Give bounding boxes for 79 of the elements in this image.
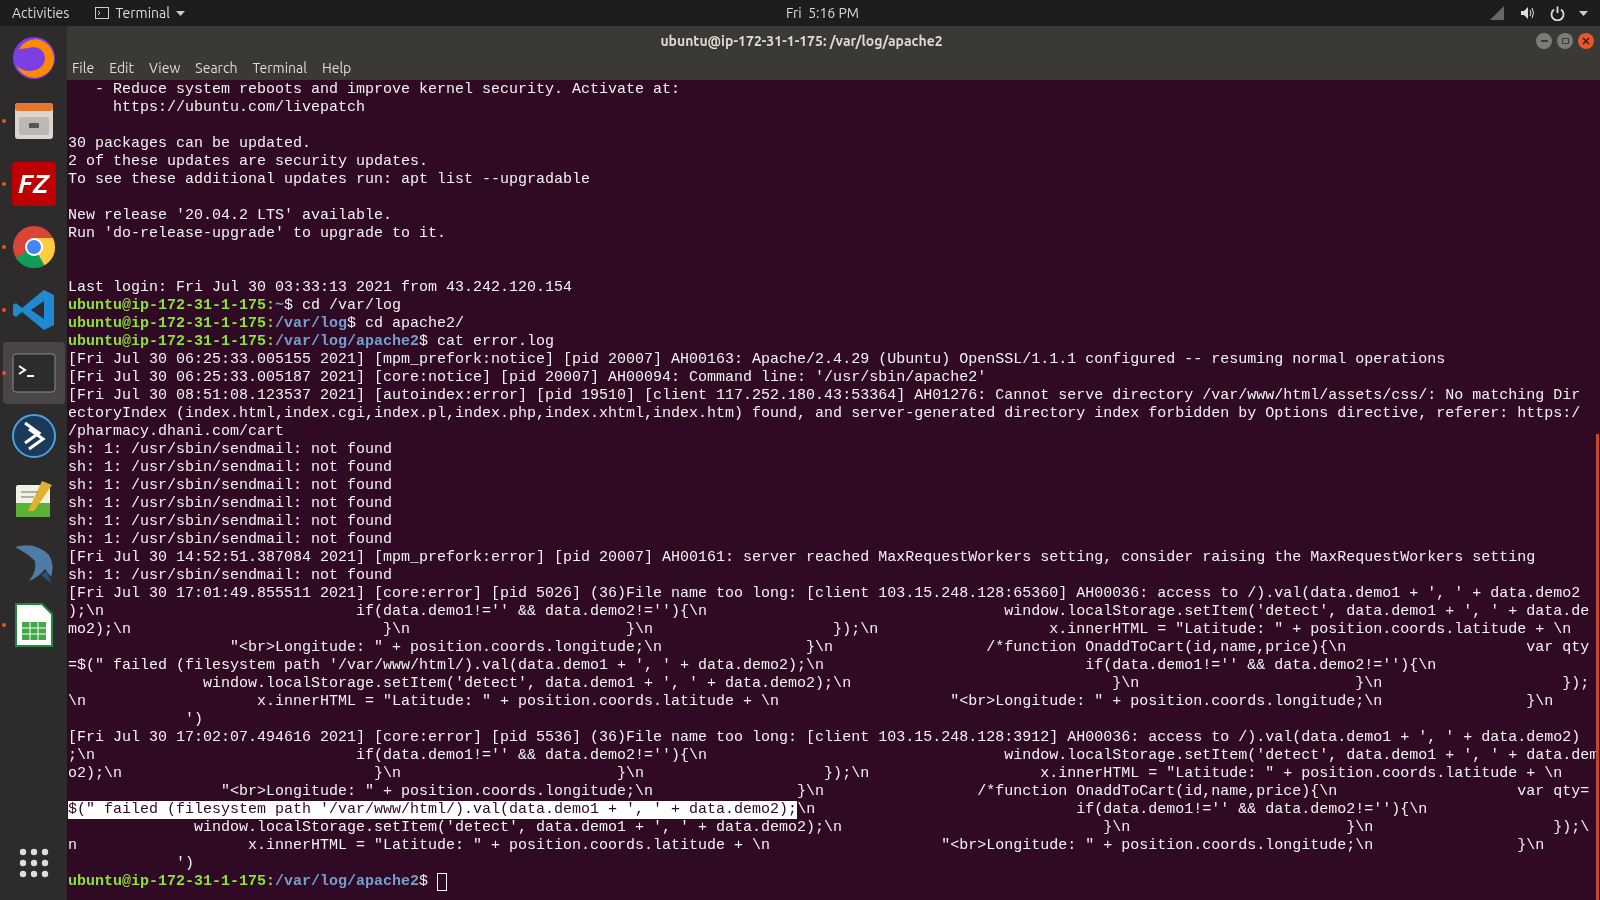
terminal-icon: [95, 7, 110, 19]
command-text: $ cd /var/log: [284, 297, 402, 315]
terminal-line: sh: 1: /usr/sbin/sendmail: not found: [68, 531, 393, 549]
terminal-line: sh: 1: /usr/sbin/sendmail: not found: [68, 513, 393, 531]
prompt-user-host: ubuntu@ip-172-31-1-175:: [68, 873, 276, 891]
terminal-line: sh: 1: /usr/sbin/sendmail: not found: [68, 495, 393, 513]
app-logo: FZ: [11, 162, 56, 206]
ribbon-icon: [11, 288, 56, 332]
terminal-line: New release '20.04.2 LTS' available.: [68, 207, 393, 225]
terminal-line: [Fri Jul 30 06:25:33.005155 2021] [mpm_prefork:notice] [pid 20007] AH00163: Apache/2.4.29 (Ubuntu) OpenSSL/1.1.1 configured -- resuming normal operations: [68, 351, 1446, 369]
prompt-path: /var/log/apache2: [275, 333, 420, 351]
terminal-line: \n if(data.demo1!='' && data.demo2!=''){\n: [797, 801, 1428, 819]
terminal-line: '): [175, 855, 195, 873]
chevrons-circle-icon: [10, 413, 57, 459]
terminal-line: /pharmacy.dhani.com/cart: [68, 423, 285, 441]
terminal-line: - Reduce system reboots and improve kernel security. Activate at:: [94, 81, 681, 99]
terminal-line: 2 of these updates are security updates.: [68, 153, 429, 171]
terminal-line: \n x.innerHTML = "Latitude: " + position.coords.latitude + \n "<br>Longitude: " + position.coords.longitude;\n }\n: [68, 693, 1554, 711]
terminal-line: ectoryIndex (index.html,index.cgi,index.pl,index.php,index.xhtml,index.htm) found, and server-generated directory index forbidden by Options directive, referer: https:/: [68, 405, 1581, 423]
prompt-user-host: ubuntu@ip-172-31-1-175:: [68, 315, 276, 333]
terminal-line: "<br>Longitude: " + position.coords.longitude;\n }\n /*function OnaddToCart(id,name,price){\n var qty: [229, 639, 1590, 657]
terminal-line: ;\n if(data.demo1!='' && data.demo2!=''){\n window.localStorage.setItem('detect', data.demo1 + ', ' + data.dem: [68, 747, 1599, 765]
terminal-line: mo2);\n }\n }\n });\n x.innerHTML = "Latitude: " + position.coords.latitude + \n: [68, 621, 1572, 639]
terminal-line: sh: 1: /usr/sbin/sendmail: not found: [68, 459, 393, 477]
terminal-line: [Fri Jul 30 17:02:07.494616 2021] [core:error] [pid 5536] (36)File name too long: [client 103.15.248.128:3912] AH00036: access to /).val(data.demo1 + ', ' + data.demo2): [68, 729, 1581, 747]
window-title: ubuntu@ip-172-31-1-175: /var/log/apache2: [659, 31, 944, 51]
power-icon[interactable]: [1550, 5, 1565, 21]
menu-item[interactable]: Help: [321, 57, 352, 79]
prompt-path: ~: [275, 297, 285, 315]
maximize-button[interactable]: [1557, 33, 1573, 49]
menu-item[interactable]: View: [149, 57, 181, 79]
minimize-button[interactable]: [1536, 33, 1552, 49]
command-text: $ cd apache2/: [347, 315, 465, 333]
terminal-line: Run 'do-release-upgrade' to upgrade to it.: [68, 225, 447, 243]
terminal-line: '): [184, 711, 204, 729]
menu-item[interactable]: File: [72, 57, 95, 79]
menu-item[interactable]: Search: [195, 57, 238, 79]
prompt-path: /var/log/apache2: [275, 873, 420, 891]
prompt-path: /var/log: [275, 315, 348, 333]
terminal-line: [Fri Jul 30 06:25:33.005187 2021] [core:notice] [pid 20007] AH00094: Command line: '/usr/sbin/apache2': [68, 369, 987, 387]
close-icon: [1582, 37, 1590, 45]
volume-icon[interactable]: [1520, 6, 1536, 20]
app-grid-icon[interactable]: [18, 848, 49, 878]
app-menu[interactable]: Terminal: [95, 2, 185, 24]
close-button[interactable]: [1578, 33, 1594, 49]
terminal-line: o2);\n }\n }\n });\n x.innerHTML = "Latitude: " + position.coords.latitude + \n: [68, 765, 1563, 783]
terminal-line: "<br>Longitude: " + position.coords.longitude;\n }\n /*function OnaddToCart(id,name,price){\n var qty=: [220, 783, 1590, 801]
terminal-line: [Fri Jul 30 14:52:51.387084 2021] [mpm_prefork:error] [pid 20007] AH00161: server reached MaxRequestWorkers setting, consider raising the MaxRequestWorkers setting: [68, 549, 1536, 567]
terminal-line: https://ubuntu.com/livepatch: [112, 99, 366, 117]
activities-button[interactable]: Activities: [12, 2, 70, 24]
prompt-user-host: ubuntu@ip-172-31-1-175:: [68, 297, 276, 315]
terminal-line: [Fri Jul 30 17:01:49.855511 2021] [core:error] [pid 5026] (36)File name too long: [client 103.15.248.128:65360] AH00036: access to /).val(data.demo1 + ', ' + data.demo2: [68, 585, 1581, 603]
spreadsheet-icon: [13, 602, 54, 648]
terminal-line: sh: 1: /usr/sbin/sendmail: not found: [68, 441, 393, 459]
terminal-line: =$(" failed (filesystem path '/var/www/html/).val(data.demo1 + ', ' + data.demo2);\n if(data.demo1!='' && data.demo2!=''){\n: [68, 657, 1437, 675]
tricolor-circle-icon: [10, 224, 57, 270]
terminal-line: sh: 1: /usr/sbin/sendmail: not found: [68, 477, 393, 495]
selected-text: $(" failed (filesystem path '/var/www/html/).val(data.demo1 + ', ' + data.demo2);: [68, 801, 798, 819]
fox-globe-icon: [10, 35, 57, 81]
terminal-line: window.localStorage.setItem('detect', data.demo1 + ', ' + data.demo2);\n }\n }\n });\: [193, 819, 1590, 837]
command-text: $: [419, 873, 430, 891]
terminal-line: sh: 1: /usr/sbin/sendmail: not found: [68, 567, 393, 585]
terminal-line: );\n if(data.demo1!='' && data.demo2!=''){\n window.localStorage.setItem('detect', data.demo1 + ', ' + data.de: [68, 603, 1590, 621]
clock[interactable]: Fri 5:16 PM: [785, 2, 859, 24]
prompt-user-host: ubuntu@ip-172-31-1-175:: [68, 333, 276, 351]
terminal-line: 30 packages can be updated.: [68, 135, 312, 153]
menu-item[interactable]: Terminal: [252, 57, 307, 79]
caret-icon[interactable]: [1579, 10, 1588, 16]
caret-icon: [175, 10, 185, 16]
terminal-line: window.localStorage.setItem('detect', data.demo1 + ', ' + data.demo2);\n }\n }\n });: [202, 675, 1590, 693]
terminal-line: [Fri Jul 30 08:51:08.123537 2021] [autoindex:error] [pid 19510] [client 117.252.180.43:53364] AH01276: Cannot serve directory /var/www/html/assets/css/: No matching Dir: [68, 387, 1581, 405]
terminal-line: n x.innerHTML = "Latitude: " + position.coords.latitude + \n "<br>Longitude: " + position.coords.longitude;\n }\n: [68, 837, 1545, 855]
command-text: $ cat error.log: [419, 333, 555, 351]
terminal-line: Last login: Fri Jul 30 03:33:13 2021 from 43.242.120.154: [68, 279, 573, 297]
dock-item[interactable]: FZ: [2, 153, 65, 215]
scrollbar[interactable]: [1596, 434, 1599, 900]
terminal-icon: [11, 353, 56, 393]
menu-item[interactable]: Edit: [109, 57, 134, 79]
terminal-line: To see these additional updates run: apt list --upgradable: [68, 171, 591, 189]
